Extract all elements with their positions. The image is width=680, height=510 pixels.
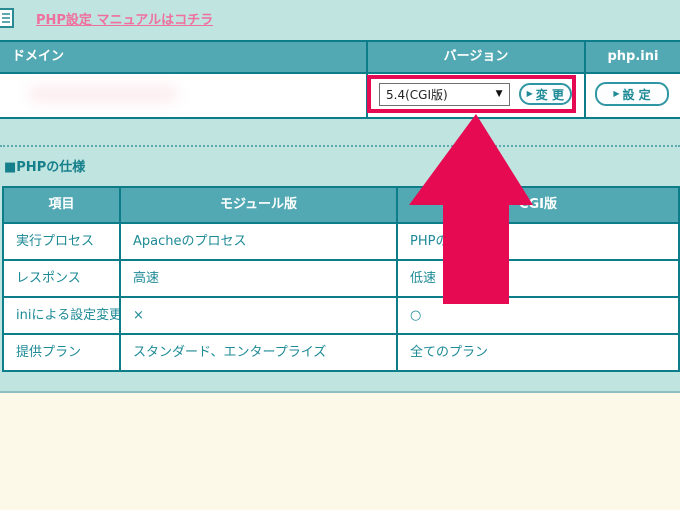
version-highlight-box: 5.4(CGI版) ▼ ▶ 変 更 — [367, 75, 576, 113]
spec-module-value: 高速 — [121, 261, 398, 296]
spec-cgi-value: 全てのプラン — [410, 345, 489, 360]
table-row: 実行プロセス Apacheのプロセス PHPのプロセス — [4, 224, 678, 261]
phpini-column-header: php.ini — [607, 49, 659, 64]
spec-module-value: Apacheのプロセス — [121, 224, 398, 259]
settings-button-label: 設 定 — [622, 87, 651, 102]
spec-item-label: iniによる設定変更 — [4, 298, 121, 333]
spec-cgi-value: 低速 — [410, 271, 437, 286]
php-settings-page: PHP設定 マニュアルはコチラ ドメイン バージョン php.ini 5.4(C… — [0, 0, 680, 510]
phpini-settings-button[interactable]: ▶ 設 定 — [595, 82, 669, 106]
php-settings-manual-link[interactable]: PHP設定 マニュアルはコチラ — [36, 9, 213, 28]
redacted-domain-value — [28, 86, 178, 102]
item-column-header: 項目 — [4, 188, 121, 222]
dotted-separator — [0, 145, 680, 147]
notebook-icon — [0, 8, 14, 28]
select-caret-icon: ▼ — [495, 89, 503, 99]
domain-version-table: ドメイン バージョン php.ini — [0, 40, 680, 119]
php-version-selected-value: 5.4(CGI版) — [386, 87, 448, 102]
php-version-select[interactable]: 5.4(CGI版) ▼ — [379, 82, 510, 106]
page-header: PHP設定 マニュアルはコチラ — [0, 6, 680, 30]
module-column-header: モジュール版 — [121, 188, 398, 222]
spec-item-label: 提供プラン — [4, 335, 121, 370]
php-spec-table: 項目 モジュール版 CGI版 実行プロセス Apacheのプロセス PHPのプロ… — [2, 186, 680, 372]
button-arrow-icon: ▶ — [526, 89, 533, 98]
table-row: 提供プラン スタンダード、エンタープライズ 全てのプラン — [4, 335, 678, 372]
domain-table-header-row: ドメイン バージョン php.ini — [0, 42, 680, 74]
cgi-column-header: CGI版 — [518, 197, 558, 212]
table-row: レスポンス 高速 低速 — [4, 261, 678, 298]
spec-table-header-row: 項目 モジュール版 CGI版 — [4, 188, 678, 224]
spec-module-value: × — [121, 298, 398, 333]
spec-module-value: スタンダード、エンタープライズ — [121, 335, 398, 370]
domain-column-header: ドメイン — [0, 42, 368, 72]
change-button-label: 変 更 — [535, 87, 564, 102]
version-column-header: バージョン — [368, 42, 586, 72]
spec-cgi-value: PHPのプロセス — [410, 234, 501, 249]
button-arrow-icon: ▶ — [613, 89, 620, 98]
spec-cgi-value: ○ — [410, 308, 422, 323]
next-section-background — [0, 391, 680, 510]
spec-item-label: 実行プロセス — [4, 224, 121, 259]
spec-item-label: レスポンス — [4, 261, 121, 296]
change-version-button[interactable]: ▶ 変 更 — [518, 83, 572, 105]
php-spec-section-title: ■PHPの仕様 — [4, 160, 86, 175]
table-row: iniによる設定変更 × ○ — [4, 298, 678, 335]
